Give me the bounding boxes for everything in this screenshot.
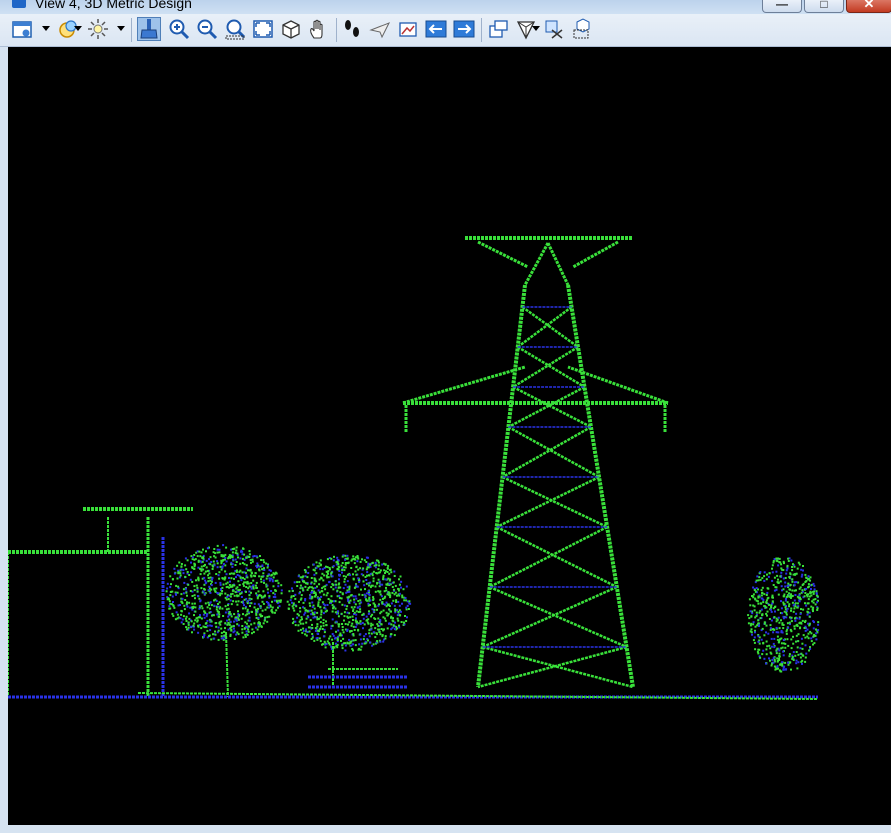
zoom-out-icon[interactable] xyxy=(195,17,219,41)
update-view-icon[interactable] xyxy=(137,17,161,41)
minimize-icon: — xyxy=(776,0,788,11)
view-toolbar xyxy=(0,14,891,47)
rotate-view-icon[interactable] xyxy=(279,17,303,41)
clip-volume-dropdown[interactable] xyxy=(532,26,540,31)
close-icon: ✕ xyxy=(863,0,875,11)
fit-view-icon[interactable] xyxy=(251,17,275,41)
tree-left xyxy=(165,544,283,698)
point-cloud xyxy=(8,236,820,700)
minimize-button[interactable]: — xyxy=(762,0,802,13)
tree-middle xyxy=(286,554,412,687)
clip-mask-icon[interactable] xyxy=(542,17,566,41)
walk-icon[interactable] xyxy=(340,17,364,41)
ground-line xyxy=(8,692,819,700)
toolbar-separator xyxy=(336,18,337,42)
view-canvas[interactable] xyxy=(8,47,891,825)
maximize-button[interactable]: □ xyxy=(804,0,844,13)
view-next-icon[interactable] xyxy=(452,17,476,41)
display-set-icon[interactable] xyxy=(570,17,594,41)
display-mode-dropdown[interactable] xyxy=(74,26,82,31)
fly-icon[interactable] xyxy=(368,17,392,41)
app-icon xyxy=(12,0,26,8)
tree-right xyxy=(747,557,820,673)
title-bar: View 4, 3D Metric Design — □ ✕ xyxy=(0,0,891,14)
building xyxy=(8,507,193,697)
transmission-tower xyxy=(402,236,669,689)
toolbar-separator xyxy=(481,18,482,42)
window-bottom-border xyxy=(0,825,891,833)
window-title: View 4, 3D Metric Design xyxy=(35,0,192,11)
maximize-icon: □ xyxy=(820,0,828,11)
copy-view-icon[interactable] xyxy=(486,17,510,41)
view-camera-icon[interactable] xyxy=(396,17,420,41)
lighting-icon[interactable] xyxy=(86,17,110,41)
close-button[interactable]: ✕ xyxy=(846,0,891,13)
pan-view-icon[interactable] xyxy=(307,17,331,41)
view-attributes-dropdown[interactable] xyxy=(42,26,50,31)
car xyxy=(308,668,408,689)
toolbar-separator xyxy=(131,18,132,42)
zoom-in-icon[interactable] xyxy=(167,17,191,41)
view-previous-icon[interactable] xyxy=(424,17,448,41)
view-attributes-icon[interactable] xyxy=(10,17,34,41)
lighting-dropdown[interactable] xyxy=(117,26,125,31)
window-area-icon[interactable] xyxy=(223,17,247,41)
